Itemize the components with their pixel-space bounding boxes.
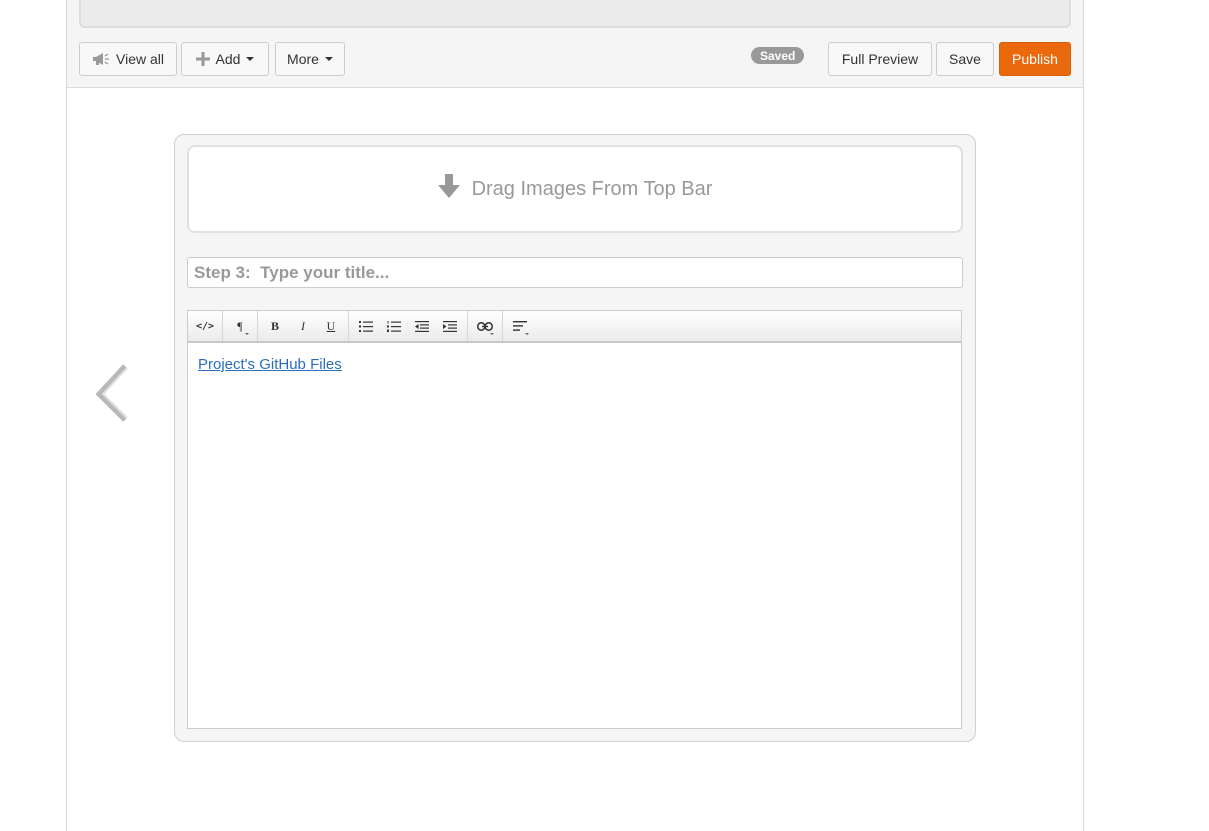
editor-content[interactable]: Project's GitHub Files: [188, 344, 961, 728]
ordered-list-icon[interactable]: [380, 311, 408, 341]
top-bar: View all Add More Saved Full Preview Sav…: [67, 0, 1083, 88]
chevron-down-icon: [246, 57, 255, 61]
align-icon[interactable]: [506, 311, 534, 341]
editor-toolbar: </> ¶ B I U: [188, 311, 961, 343]
more-button[interactable]: More: [275, 42, 345, 76]
save-button[interactable]: Save: [936, 42, 994, 76]
code-view-icon[interactable]: </>: [191, 311, 219, 341]
chevron-down-icon: [324, 57, 333, 61]
link-icon[interactable]: [471, 311, 499, 341]
toolbar-group-view: </>: [188, 311, 223, 341]
toolbar-group-lists: [349, 311, 468, 341]
add-label: Add: [215, 51, 241, 67]
saved-status-badge: Saved: [751, 47, 805, 64]
image-drop-zone[interactable]: Drag Images From Top Bar: [187, 145, 963, 233]
step-card: Drag Images From Top Bar </> ¶ B I U: [174, 134, 976, 742]
previous-step-arrow-icon[interactable]: [95, 362, 131, 426]
indent-icon[interactable]: [436, 311, 464, 341]
view-all-button[interactable]: View all: [79, 42, 177, 76]
rich-text-editor: </> ¶ B I U Project's GitHub Files: [187, 310, 962, 729]
publish-button[interactable]: Publish: [999, 42, 1071, 76]
plus-icon: [195, 52, 210, 66]
drop-zone-text: Drag Images From Top Bar: [471, 177, 713, 200]
outdent-icon[interactable]: [408, 311, 436, 341]
unordered-list-icon[interactable]: [352, 311, 380, 341]
toolbar-group-align: [503, 311, 537, 341]
toolbar-group-format: ¶: [223, 311, 258, 341]
toolbar-group-link: [468, 311, 503, 341]
github-files-link[interactable]: Project's GitHub Files: [198, 356, 342, 373]
more-label: More: [287, 51, 319, 67]
toolbar-group-text-style: B I U: [258, 311, 349, 341]
bold-icon[interactable]: B: [261, 311, 289, 341]
full-preview-button[interactable]: Full Preview: [828, 42, 932, 76]
underline-icon[interactable]: U: [317, 311, 345, 341]
italic-icon[interactable]: I: [289, 311, 317, 341]
image-tray[interactable]: [79, 0, 1071, 28]
paragraph-icon[interactable]: ¶: [226, 311, 254, 341]
add-button[interactable]: Add: [181, 42, 269, 76]
arrow-down-icon: [437, 174, 460, 204]
step-title-input[interactable]: [187, 257, 963, 288]
megaphone-icon: [92, 52, 110, 66]
view-all-label: View all: [116, 51, 164, 67]
